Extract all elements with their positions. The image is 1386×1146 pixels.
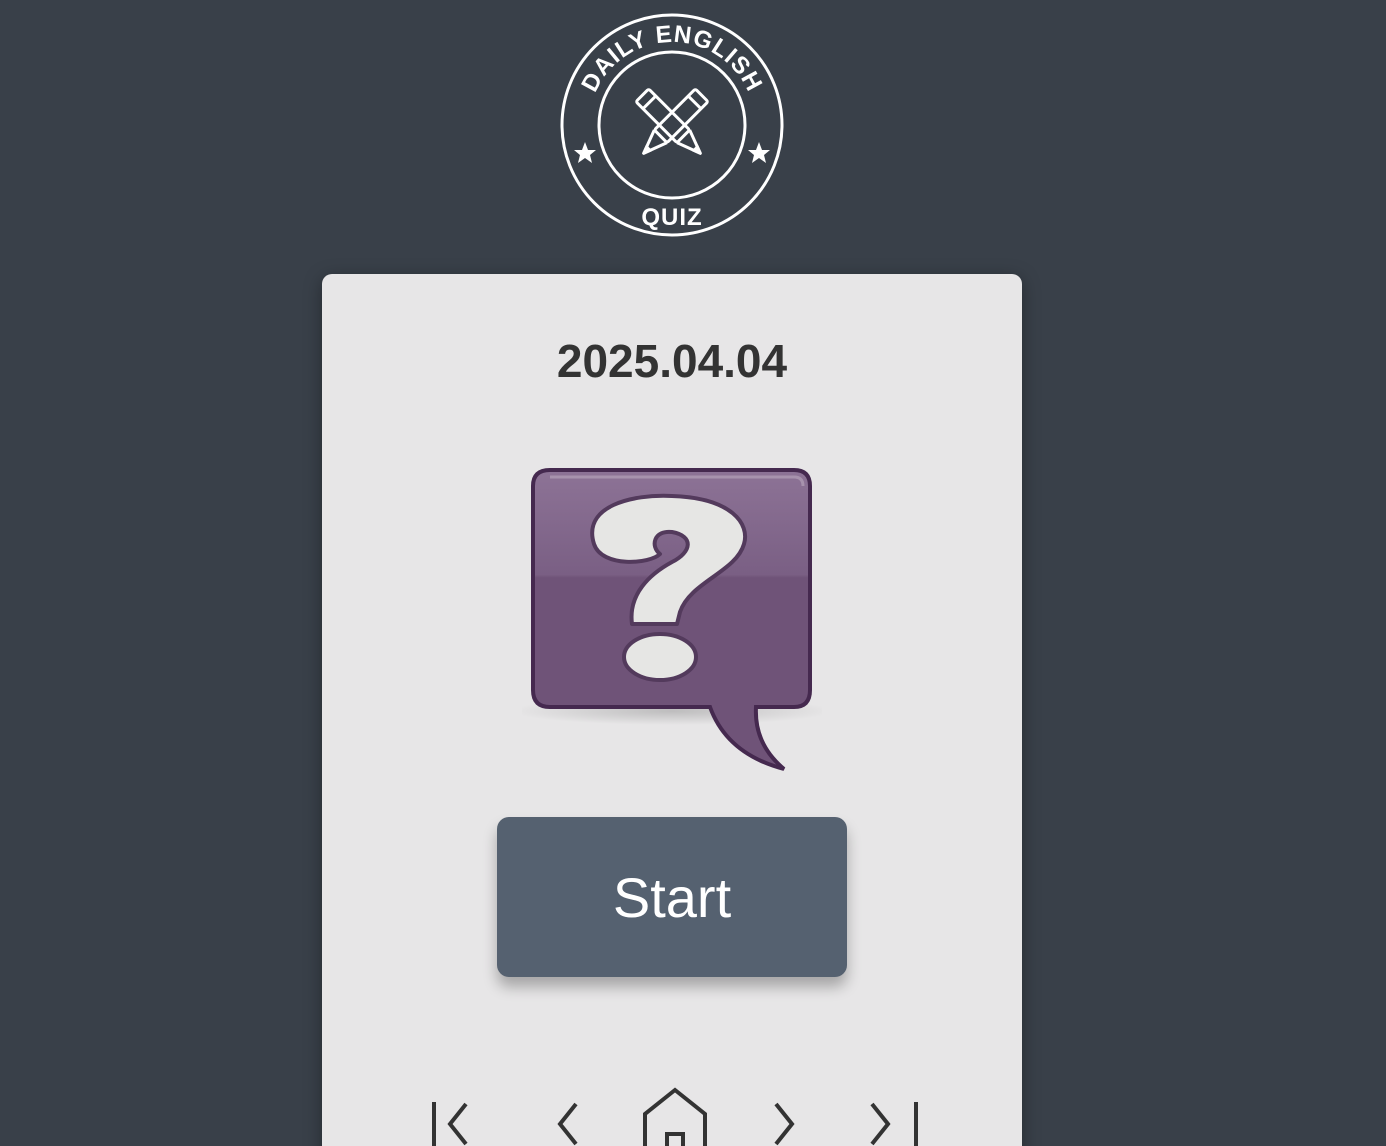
start-button[interactable]: Start <box>497 817 847 977</box>
first-page-icon <box>432 1102 468 1146</box>
crossed-pencils-icon <box>635 88 709 155</box>
last-page-icon <box>870 1102 918 1146</box>
page: DAILY ENGLISH QUIZ 2025.04.04 Start <box>0 0 1386 1146</box>
question-mark-bubble-icon <box>512 464 832 774</box>
chevron-left-icon <box>557 1102 578 1146</box>
chevron-right-icon <box>774 1102 795 1146</box>
next-button[interactable] <box>762 1084 812 1146</box>
daily-english-quiz-logo[interactable]: DAILY ENGLISH QUIZ <box>559 12 785 238</box>
svg-text:DAILY ENGLISH: DAILY ENGLISH <box>576 21 767 97</box>
previous-button[interactable] <box>542 1084 592 1146</box>
quiz-card: 2025.04.04 Start <box>322 274 1022 1146</box>
home-button[interactable] <box>640 1084 710 1146</box>
home-icon <box>643 1087 707 1146</box>
first-page-button[interactable] <box>422 1084 482 1146</box>
last-page-button[interactable] <box>862 1084 922 1146</box>
svg-text:QUIZ: QUIZ <box>641 204 702 231</box>
quiz-date: 2025.04.04 <box>556 335 788 387</box>
